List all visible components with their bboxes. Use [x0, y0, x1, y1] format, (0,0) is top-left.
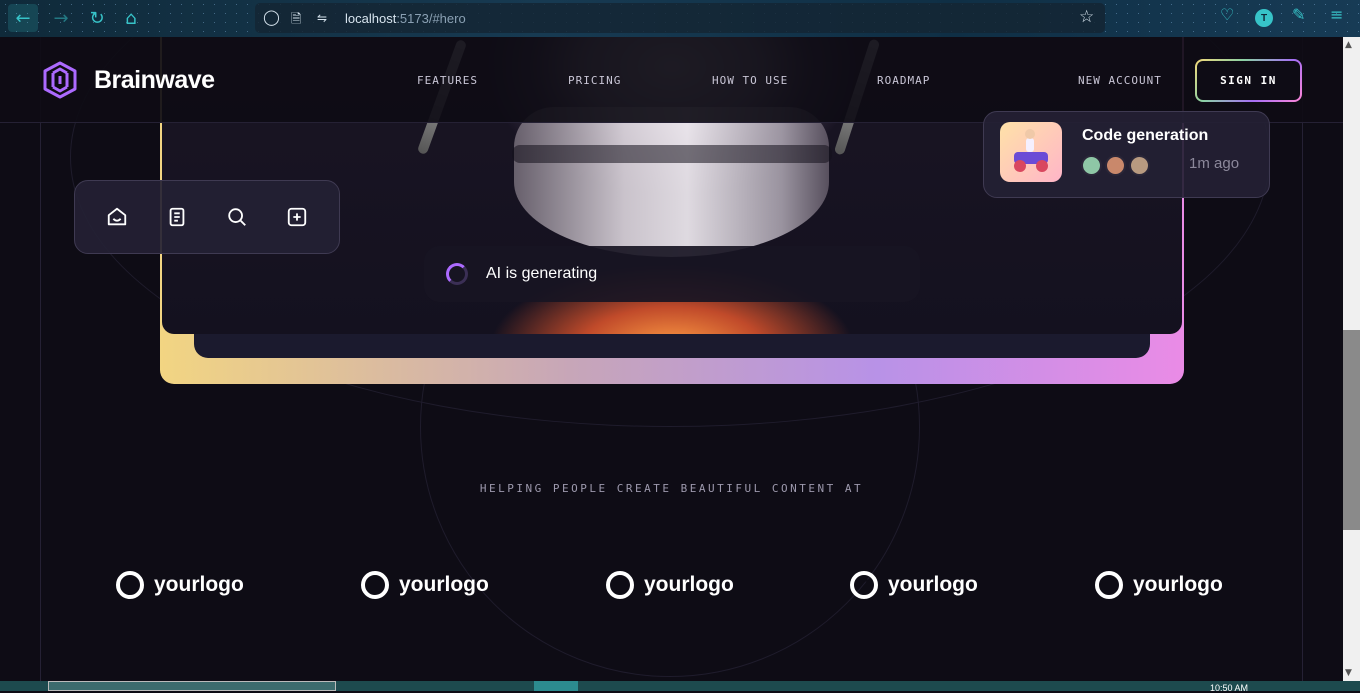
home-button[interactable]: ⌂: [116, 4, 146, 32]
notification-thumbnail: [1000, 122, 1062, 182]
company-logo-icon: [850, 571, 878, 599]
scrollbar-thumb[interactable]: [1343, 330, 1360, 530]
url-host: localhost: [345, 11, 397, 26]
brainwave-logo-icon: [43, 61, 77, 99]
taskbar-clock: 10:50 AM: [1210, 683, 1249, 693]
company-logo-text: yourlogo: [1133, 573, 1223, 596]
robot-neck-band: [512, 145, 832, 163]
robot-neck: [514, 107, 829, 257]
menu-icon[interactable]: ≡: [1330, 5, 1343, 24]
ai-generating-text: AI is generating: [486, 265, 598, 282]
permissions-icon[interactable]: ⇋: [317, 11, 327, 25]
brand-name: Brainwave: [94, 65, 215, 94]
avatar: [1081, 155, 1102, 176]
sign-in-button[interactable]: SIGN IN: [1195, 59, 1302, 102]
brand-logo[interactable]: Brainwave: [40, 60, 215, 100]
company-logo-icon: [606, 571, 634, 599]
notification-title: Code generation: [1082, 127, 1209, 144]
notification-time: 1m ago: [1189, 155, 1240, 172]
back-button[interactable]: ←: [8, 4, 38, 32]
new-account-link[interactable]: NEW ACCOUNT: [1078, 74, 1162, 87]
url-text[interactable]: localhost:5173/#hero: [345, 11, 466, 26]
company-logo: yourlogo: [1095, 571, 1223, 599]
account-avatar[interactable]: T: [1255, 9, 1273, 27]
bookmark-star-icon[interactable]: ☆: [1079, 7, 1094, 27]
company-logo-icon: [116, 571, 144, 599]
address-bar[interactable]: ◯ 🗎 ⇋ localhost:5173/#hero ☆: [255, 3, 1105, 33]
nav-roadmap[interactable]: ROADMAP: [877, 74, 930, 87]
nav-features[interactable]: FEATURES: [417, 74, 478, 87]
nav-how-to-use[interactable]: HOW TO USE: [712, 74, 788, 87]
taskbar-active-app[interactable]: [534, 681, 578, 691]
company-logo-icon: [361, 571, 389, 599]
file-icon[interactable]: [164, 204, 190, 230]
grid-line-right: [1302, 37, 1303, 681]
pocket-icon[interactable]: ♡: [1220, 5, 1234, 24]
url-path: :5173/#hero: [396, 11, 466, 26]
hero-icon-toolbar: [74, 180, 340, 254]
company-logo: yourlogo: [361, 571, 489, 599]
page-icon: 🗎: [291, 12, 302, 27]
taskbar-window-preview[interactable]: [48, 681, 336, 691]
shield-icon[interactable]: ◯: [263, 8, 280, 26]
grid-line-left: [40, 37, 41, 681]
company-logo: yourlogo: [116, 571, 244, 599]
avatar: [1129, 155, 1150, 176]
scroll-down-arrow-icon[interactable]: ▼: [1345, 668, 1352, 678]
browser-toolbar: ← → ↻ ⌂ ◯ 🗎 ⇋ localhost:5173/#hero ☆ ♡ T…: [0, 0, 1360, 37]
code-generation-notification: Code generation 1m ago: [983, 111, 1270, 198]
extensions-icon[interactable]: ✎: [1292, 5, 1305, 24]
company-logo-text: yourlogo: [399, 573, 489, 596]
company-logo-text: yourlogo: [644, 573, 734, 596]
scroll-up-arrow-icon[interactable]: ▲: [1345, 40, 1352, 50]
company-logo-icon: [1095, 571, 1123, 599]
avatar: [1105, 155, 1126, 176]
plus-square-icon[interactable]: [284, 204, 310, 230]
reload-button[interactable]: ↻: [82, 4, 112, 32]
home-icon[interactable]: [104, 204, 130, 230]
company-logo-text: yourlogo: [888, 573, 978, 596]
ai-generating-indicator: AI is generating: [424, 246, 920, 302]
nav-pricing[interactable]: PRICING: [568, 74, 621, 87]
companies-caption: HELPING PEOPLE CREATE BEAUTIFUL CONTENT …: [479, 482, 864, 495]
page-viewport: AI is generating Code generation 1m ago: [0, 37, 1343, 681]
search-icon[interactable]: [224, 204, 250, 230]
os-taskbar: 10:50 AM: [0, 681, 1360, 693]
loading-spinner-icon: [446, 263, 468, 285]
company-logo-text: yourlogo: [154, 573, 244, 596]
company-logo: yourlogo: [606, 571, 734, 599]
company-logo: yourlogo: [850, 571, 978, 599]
forward-button[interactable]: →: [46, 4, 76, 32]
